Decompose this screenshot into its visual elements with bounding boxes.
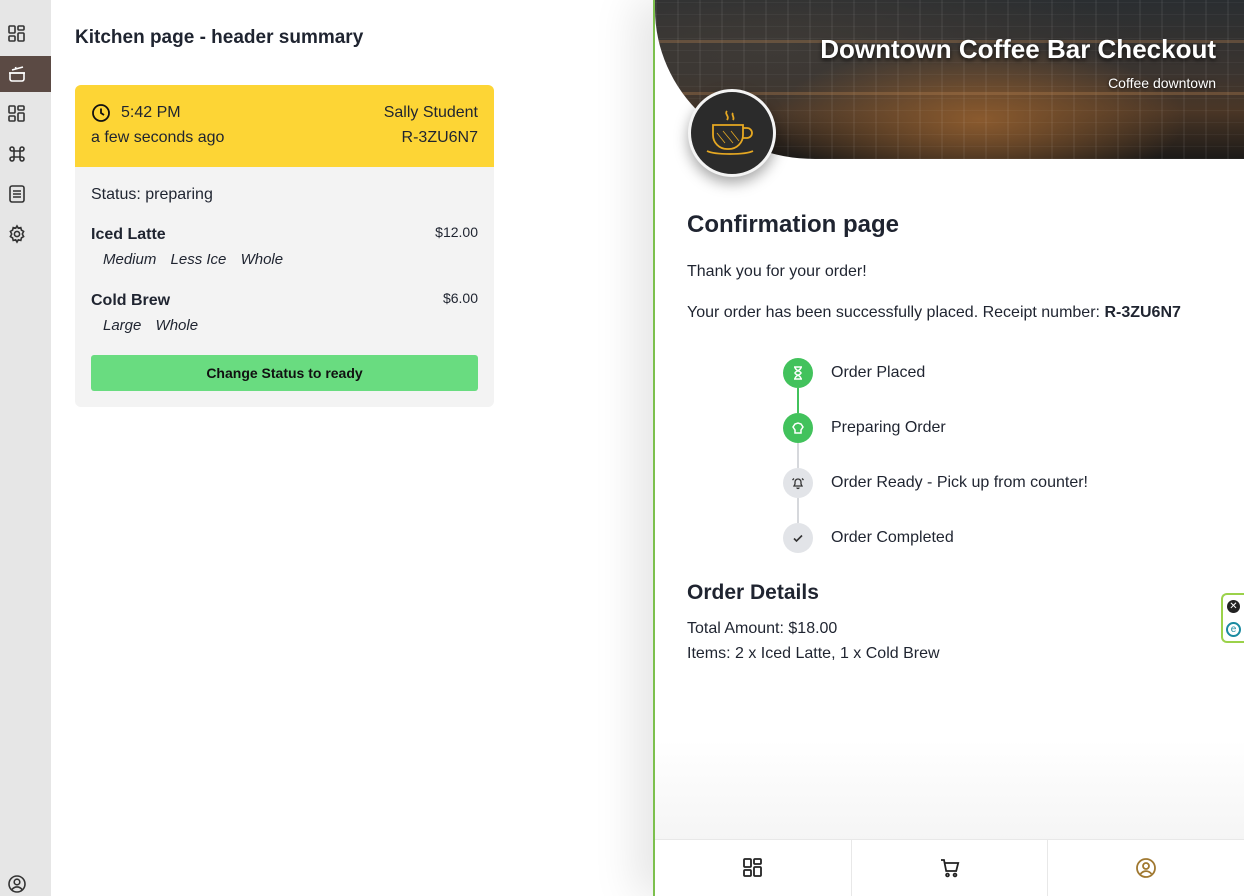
nav-profile-button[interactable] xyxy=(1048,840,1244,896)
timeline-step: Order Completed xyxy=(783,523,954,553)
order-placed-message: Your order has been successfully placed.… xyxy=(687,304,1181,322)
kitchen-page-title: Kitchen page - header summary xyxy=(75,27,364,48)
order-line-item: Iced Latte $12.00 Medium Less Ice Whole xyxy=(91,224,478,268)
item-price: $12.00 xyxy=(435,224,478,240)
item-option: Whole xyxy=(240,251,284,268)
timeline-step-marker xyxy=(783,523,813,553)
item-name: Cold Brew xyxy=(91,292,171,309)
timeline-connector xyxy=(797,443,799,468)
timeline-step-label: Preparing Order xyxy=(831,419,946,436)
store-logo xyxy=(688,89,776,177)
item-options: Medium Less Ice Whole xyxy=(91,251,478,268)
coffee-cup-icon xyxy=(706,110,754,155)
thank-you-message: Thank you for your order! xyxy=(687,263,867,280)
items-summary: Items: 2 x Iced Latte, 1 x Cold Brew xyxy=(687,645,940,662)
receipt-number: R-3ZU6N7 xyxy=(401,129,478,146)
chef-hat-icon xyxy=(792,422,804,434)
check-icon xyxy=(793,534,803,543)
command-icon xyxy=(8,146,25,162)
list-icon xyxy=(8,185,25,203)
store-title: Downtown Coffee Bar Checkout xyxy=(820,34,1216,64)
item-option: Large xyxy=(103,317,142,334)
gear-icon xyxy=(8,224,25,244)
rail-settings-button[interactable] xyxy=(0,216,51,252)
order-relative-time: a few seconds ago xyxy=(91,129,225,146)
confirmation-receipt-number: R-3ZU6N7 xyxy=(1104,304,1181,321)
grid-icon xyxy=(742,858,762,877)
user-circle-icon xyxy=(7,875,26,893)
order-time: 5:42 PM xyxy=(121,104,181,121)
timeline-step: Order Placed xyxy=(783,358,925,388)
rail-dashboard-button[interactable] xyxy=(0,16,51,52)
rail-profile-button[interactable] xyxy=(0,866,51,896)
pot-icon xyxy=(8,66,25,82)
nav-cart-button[interactable] xyxy=(852,840,1049,896)
rail-kitchen-button[interactable] xyxy=(0,56,51,92)
timeline-step-label: Order Ready - Pick up from counter! xyxy=(831,474,1088,491)
rail-command-button[interactable] xyxy=(0,136,51,172)
timeline-step-marker xyxy=(783,468,813,498)
close-icon[interactable]: ✕ xyxy=(1227,599,1240,613)
cart-icon xyxy=(940,859,959,878)
item-options: Large Whole xyxy=(91,317,478,334)
confirmation-title: Confirmation page xyxy=(687,211,900,238)
timeline-step-label: Order Placed xyxy=(831,364,926,381)
rail-apps-button[interactable] xyxy=(0,96,51,132)
hourglass-icon xyxy=(794,366,802,380)
item-option: Medium xyxy=(103,251,157,268)
timeline-step: Preparing Order xyxy=(783,413,946,443)
order-card: 5:42 PM a few seconds ago Sally Student … xyxy=(75,85,494,407)
rail-orders-button[interactable] xyxy=(0,176,51,212)
order-placed-text: Your order has been successfully placed.… xyxy=(687,304,1100,321)
nav-menu-button[interactable] xyxy=(655,840,852,896)
bell-icon xyxy=(792,478,804,490)
item-option: Whole xyxy=(155,317,199,334)
timeline-connector xyxy=(797,388,799,413)
side-rail xyxy=(0,0,51,896)
customer-app-panel: Downtown Coffee Bar Checkout Coffee down… xyxy=(653,0,1244,896)
total-amount: Total Amount: $18.00 xyxy=(687,620,838,637)
extension-logo-icon[interactable]: e xyxy=(1226,621,1241,637)
store-subtitle: Coffee downtown xyxy=(1108,75,1216,91)
item-name: Iced Latte xyxy=(91,226,166,243)
content-fade xyxy=(655,740,1244,840)
change-status-button[interactable]: Change Status to ready xyxy=(91,355,478,391)
order-line-item: Cold Brew $6.00 Large Whole xyxy=(91,290,478,334)
grid-icon xyxy=(7,105,25,122)
clock-icon xyxy=(92,104,110,122)
order-details-title: Order Details xyxy=(687,581,819,604)
timeline-step: Order Ready - Pick up from counter! xyxy=(783,468,1088,498)
order-status: Status: preparing xyxy=(91,186,213,203)
user-circle-icon xyxy=(1136,858,1157,878)
timeline-step-label: Order Completed xyxy=(831,529,954,546)
bottom-navigation xyxy=(655,839,1244,896)
customer-name: Sally Student xyxy=(383,104,478,121)
item-price: $6.00 xyxy=(442,290,478,306)
item-option: Less Ice xyxy=(170,251,227,268)
extension-widget: ✕ e xyxy=(1221,593,1244,643)
order-card-header: 5:42 PM a few seconds ago Sally Student … xyxy=(75,85,494,167)
order-progress-timeline: Order Placed Preparing Order Order Ready… xyxy=(783,358,1223,558)
timeline-step-marker xyxy=(783,413,813,443)
grid-icon xyxy=(7,25,25,42)
timeline-step-marker xyxy=(783,358,813,388)
timeline-connector xyxy=(797,498,799,523)
